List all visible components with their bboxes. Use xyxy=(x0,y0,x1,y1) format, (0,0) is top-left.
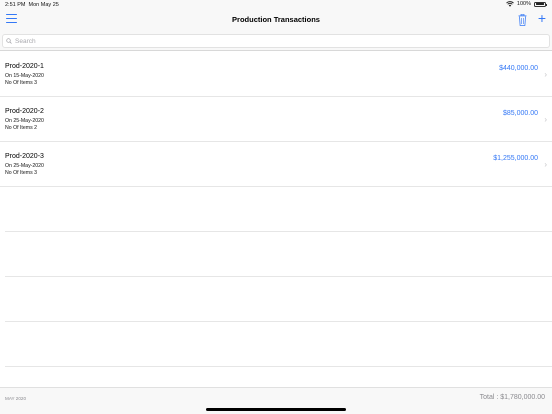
transaction-name: Prod-2020-3 xyxy=(5,153,44,160)
chevron-right-icon: › xyxy=(544,115,547,124)
footer-month: MAY 2020 xyxy=(5,396,27,401)
transaction-amount: $1,255,000.00 xyxy=(493,155,538,162)
transaction-amount: $440,000.00 xyxy=(499,65,538,72)
status-time-text: 2:51 PM xyxy=(5,2,26,8)
transaction-item-count: No Of Items 3 xyxy=(5,79,37,86)
battery-percent: 100% xyxy=(516,1,531,7)
search-input[interactable] xyxy=(15,37,515,45)
chevron-right-icon: › xyxy=(544,160,547,169)
transaction-date: On 25-May-2020 xyxy=(5,118,44,124)
list-item[interactable]: Prod-2020-1 On 15-May-2020 No Of Items 3… xyxy=(0,52,552,97)
list-item[interactable]: Prod-2020-3 On 25-May-2020 No Of Items 3… xyxy=(0,142,552,187)
transaction-list: Prod-2020-1 On 15-May-2020 No Of Items 3… xyxy=(0,52,552,367)
empty-row xyxy=(5,322,552,367)
transaction-date: On 25-May-2020 xyxy=(5,163,44,169)
transaction-name: Prod-2020-1 xyxy=(5,63,44,70)
status-indicators: 100% xyxy=(506,1,547,7)
navigation-bar: Production Transactions + xyxy=(0,10,552,31)
transaction-item-count: No Of Items 3 xyxy=(5,169,37,176)
home-indicator[interactable] xyxy=(206,408,346,411)
footer-total: Total : $1,780,000.00 xyxy=(479,394,545,401)
transaction-date: On 15-May-2020 xyxy=(5,73,44,79)
search-icon xyxy=(6,38,12,44)
status-bar: 2:51 PM Mon May 25 100% xyxy=(0,0,552,10)
transaction-name: Prod-2020-2 xyxy=(5,108,44,115)
empty-row xyxy=(5,187,552,232)
wifi-icon xyxy=(506,1,514,7)
add-icon[interactable]: + xyxy=(538,11,546,25)
chevron-right-icon: › xyxy=(544,70,547,79)
empty-row xyxy=(5,277,552,322)
status-time: 2:51 PM Mon May 25 xyxy=(5,2,59,8)
transaction-amount: $85,000.00 xyxy=(502,110,538,117)
battery-icon xyxy=(534,1,547,7)
transaction-item-count: No Of Items 2 xyxy=(5,124,37,131)
list-item[interactable]: Prod-2020-2 On 25-May-2020 No Of Items 2… xyxy=(0,97,552,142)
empty-row xyxy=(5,232,552,277)
trash-icon[interactable] xyxy=(518,13,527,31)
page-title: Production Transactions xyxy=(232,15,320,24)
search-bar xyxy=(0,31,552,51)
status-date-text: Mon May 25 xyxy=(28,2,59,8)
search-field[interactable] xyxy=(2,34,550,48)
